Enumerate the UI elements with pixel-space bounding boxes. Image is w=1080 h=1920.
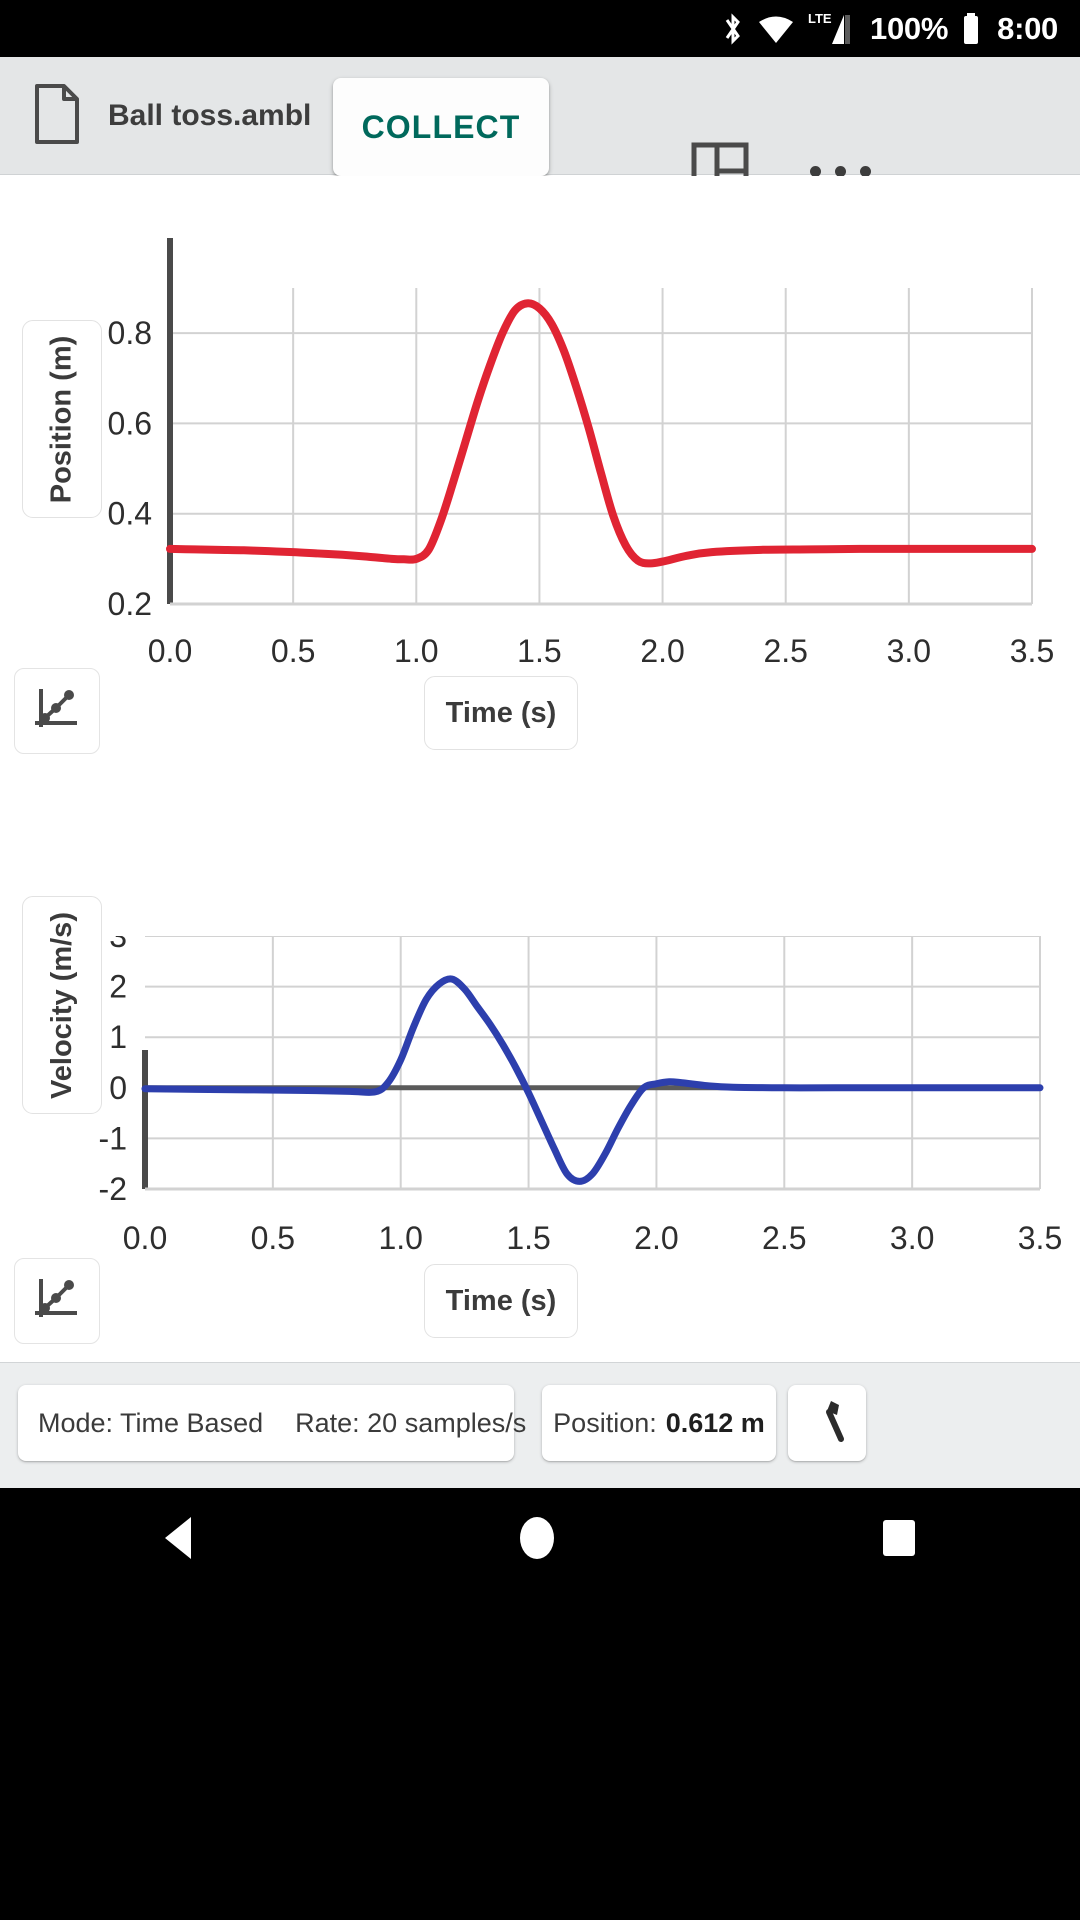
svg-text:0.6: 0.6 <box>108 405 152 441</box>
status-bar-clock: 8:00 <box>997 10 1058 46</box>
battery-percent-label: 100% <box>870 10 949 46</box>
velocity-y-axis-label-button[interactable]: Velocity (m/s) <box>22 896 102 1114</box>
home-circle-icon[interactable] <box>519 1517 554 1559</box>
svg-text:0.4: 0.4 <box>108 496 152 532</box>
mode-rate-button[interactable]: Mode: Time Based Rate: 20 samples/s <box>18 1385 526 1461</box>
svg-text:LTE: LTE <box>808 11 832 26</box>
sensor-wrench-icon <box>805 1397 849 1450</box>
svg-text:2.0: 2.0 <box>640 633 684 669</box>
svg-text:1.0: 1.0 <box>394 633 438 669</box>
position-y-axis-label-button[interactable]: Position (m) <box>22 320 102 518</box>
velocity-y-axis-label: Velocity (m/s) <box>45 911 78 1099</box>
svg-text:0: 0 <box>109 1070 127 1106</box>
svg-text:-1: -1 <box>99 1120 127 1156</box>
position-graph-panel[interactable]: 0.2 0.4 0.6 0.8 0.0 0.5 1.0 1.5 2.0 2.5 3.0 3.5 <box>0 176 1080 936</box>
file-document-icon <box>34 83 80 150</box>
collect-button[interactable]: COLLECT <box>333 78 549 176</box>
cellular-signal-icon: LTE <box>808 11 852 47</box>
position-readout-value: 0.612 m <box>665 1407 765 1438</box>
back-triangle-icon[interactable] <box>164 1517 191 1559</box>
velocity-x-axis-label: Time (s) <box>445 1284 557 1317</box>
position-readout-label: Position: <box>553 1407 657 1438</box>
position-x-axis-label-button[interactable]: Time (s) <box>424 676 578 750</box>
wifi-icon <box>757 12 795 46</box>
svg-text:3.5: 3.5 <box>1010 633 1054 669</box>
svg-text:1.5: 1.5 <box>517 633 561 669</box>
battery-full-icon <box>961 12 981 46</box>
recents-square-icon[interactable] <box>883 1520 916 1556</box>
app-toolbar: Ball toss.ambl COLLECT <box>0 57 1080 200</box>
graph-options-icon <box>31 1273 83 1330</box>
svg-text:1.5: 1.5 <box>506 1220 550 1256</box>
overflow-dot <box>859 165 871 177</box>
svg-text:0.5: 0.5 <box>251 1220 295 1256</box>
android-navigation-bar <box>0 1488 1080 1920</box>
svg-text:3: 3 <box>109 936 127 954</box>
position-plot[interactable]: 0.2 0.4 0.6 0.8 0.0 0.5 1.0 1.5 2.0 2.5 3.0 3.5 <box>0 176 1080 936</box>
svg-text:0.0: 0.0 <box>123 1220 167 1256</box>
rate-label: Rate: 20 samples/s <box>295 1407 527 1438</box>
svg-text:3.0: 3.0 <box>887 633 931 669</box>
svg-text:2.5: 2.5 <box>763 633 807 669</box>
bottom-status-bar: Mode: Time Based Rate: 20 samples/s Posi… <box>0 1362 1080 1488</box>
svg-text:0.5: 0.5 <box>271 633 315 669</box>
velocity-graph-options-button[interactable] <box>14 1258 100 1344</box>
bluetooth-icon <box>722 12 744 46</box>
status-bar: LTE 100% 8:00 <box>0 0 1080 57</box>
velocity-x-axis-label-button[interactable]: Time (s) <box>424 1264 578 1338</box>
graph-options-icon <box>31 683 83 740</box>
overflow-dot <box>809 165 821 177</box>
position-graph-options-button[interactable] <box>14 668 100 754</box>
file-button[interactable]: Ball toss.ambl <box>34 83 311 149</box>
svg-text:2.0: 2.0 <box>634 1220 678 1256</box>
svg-text:0.0: 0.0 <box>148 633 192 669</box>
svg-text:2: 2 <box>109 969 127 1005</box>
file-name-label: Ball toss.ambl <box>108 99 312 132</box>
svg-text:3.0: 3.0 <box>890 1220 934 1256</box>
position-readout[interactable]: Position: 0.612 m <box>542 1385 776 1461</box>
collect-button-label: COLLECT <box>361 108 521 145</box>
position-x-axis-label: Time (s) <box>445 696 557 729</box>
mode-label: Mode: Time Based <box>38 1407 264 1438</box>
overflow-dot <box>834 165 846 177</box>
svg-text:3.5: 3.5 <box>1018 1220 1062 1256</box>
sensor-settings-button[interactable] <box>788 1385 866 1461</box>
position-y-axis-label: Position (m) <box>45 335 78 503</box>
svg-text:0.2: 0.2 <box>108 586 152 622</box>
svg-text:0.8: 0.8 <box>108 315 152 351</box>
svg-text:2.5: 2.5 <box>762 1220 806 1256</box>
svg-text:1: 1 <box>109 1019 127 1055</box>
svg-text:1.0: 1.0 <box>378 1220 422 1256</box>
svg-text:-2: -2 <box>99 1171 127 1207</box>
